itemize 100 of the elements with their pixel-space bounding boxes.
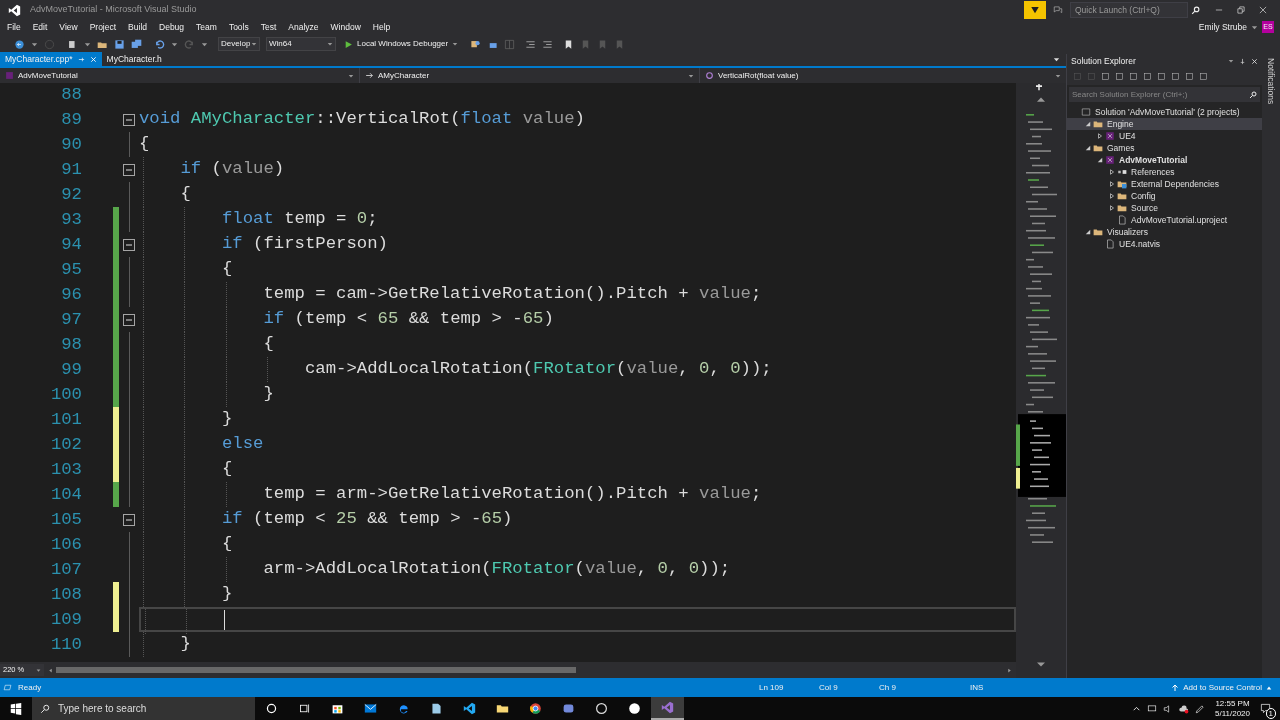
app-logo-icon <box>8 3 21 17</box>
collapse-icon[interactable] <box>123 113 135 126</box>
browser-icon[interactable] <box>529 702 542 715</box>
collapsed-arrow-icon[interactable] <box>1097 133 1103 139</box>
menu-item[interactable]: Analyze <box>288 20 319 34</box>
code-editor-icon[interactable] <box>463 702 476 715</box>
chat-app-icon[interactable] <box>562 702 575 715</box>
clock[interactable]: 12:55 PM 5/11/2020 <box>1215 698 1250 719</box>
scroll-right-icon[interactable] <box>1007 667 1012 673</box>
save-all-icon[interactable] <box>131 38 142 50</box>
start-debugging-button[interactable]: Local Windows Debugger <box>342 37 461 51</box>
char-indicator: Ch 9 <box>879 681 897 694</box>
file-icon <box>1117 215 1127 225</box>
search-icon[interactable] <box>1249 90 1257 99</box>
document-app-icon[interactable] <box>430 702 443 715</box>
code-line: temp = cam->GetRelativeRotation().Pitch + value; <box>262 283 762 305</box>
tree-item[interactable]: AdvMoveTutorial.uproject <box>1067 214 1262 226</box>
menu-item[interactable]: Window <box>330 20 361 34</box>
restore-icon[interactable] <box>1236 5 1246 15</box>
collapsed-arrow-icon[interactable] <box>1109 193 1115 199</box>
collapsed-arrow-icon[interactable] <box>1109 181 1115 187</box>
ide-app-icon[interactable] <box>661 701 674 714</box>
menu-item[interactable]: Project <box>89 20 117 34</box>
tree-item[interactable]: UE4.natvis <box>1067 238 1262 250</box>
account-name[interactable]: Emily Strube <box>1198 20 1247 34</box>
caret-icon <box>688 72 694 79</box>
menu-item[interactable]: Debug <box>159 20 185 34</box>
member-dropdown[interactable]: VerticalRot(float value) <box>700 68 1066 83</box>
tab-list-caret-icon[interactable] <box>1053 56 1060 63</box>
windows-logo-icon[interactable] <box>10 702 22 715</box>
tree-item[interactable]: External Dependencies <box>1067 178 1262 190</box>
code-line: { <box>262 333 274 355</box>
browser-icon[interactable] <box>397 702 410 715</box>
platform-dropdown[interactable]: Win64 <box>266 37 336 51</box>
tree-item[interactable]: Games <box>1067 142 1262 154</box>
tree-item[interactable]: UE4 <box>1067 130 1262 142</box>
menu-item[interactable]: Build <box>128 20 147 34</box>
tree-item[interactable]: AdvMoveTutorial <box>1067 154 1262 166</box>
collapse-icon[interactable] <box>123 238 135 251</box>
code-minimap[interactable] <box>1016 83 1066 678</box>
tree-item-label: AdvMoveTutorial.uproject <box>1131 213 1228 227</box>
outdent-icon[interactable] <box>525 38 537 50</box>
expanded-arrow-icon[interactable] <box>1097 157 1103 163</box>
line-number: 99 <box>60 358 82 381</box>
search-icon[interactable] <box>1191 5 1200 15</box>
expanded-arrow-icon[interactable] <box>1085 145 1091 151</box>
chevron-up-icon[interactable] <box>1132 704 1141 713</box>
tree-item[interactable]: Visualizers <box>1067 226 1262 238</box>
menu-item[interactable]: Edit <box>32 20 48 34</box>
store-icon[interactable] <box>331 702 344 715</box>
code-line: } <box>220 583 233 605</box>
expanded-arrow-icon[interactable] <box>1085 121 1091 127</box>
quick-launch-field[interactable]: Quick Launch (Ctrl+Q) <box>1070 2 1188 18</box>
indent-icon[interactable] <box>542 38 554 50</box>
menu-item[interactable]: Test <box>260 20 277 34</box>
collapse-icon[interactable] <box>123 513 135 526</box>
line-number: 98 <box>60 333 82 356</box>
source-control-button[interactable]: Add to Source Control <box>1171 681 1272 694</box>
tree-item-label: Visualizers <box>1107 225 1148 239</box>
collapse-icon[interactable] <box>123 163 135 176</box>
collapsed-arrow-icon[interactable] <box>1109 205 1115 211</box>
close-icon[interactable] <box>1258 5 1268 15</box>
feedback-button[interactable] <box>1024 1 1046 19</box>
pen-icon[interactable] <box>1195 703 1205 714</box>
search-icon <box>40 703 50 714</box>
tree-item[interactable]: Config <box>1067 190 1262 202</box>
folder-icon[interactable] <box>496 702 509 715</box>
configuration-dropdown[interactable]: Develop <box>218 37 260 51</box>
tree-item[interactable]: Solution 'AdvMoveTutorial' (2 projects) <box>1067 106 1262 118</box>
tree-item[interactable]: Engine <box>1067 118 1262 130</box>
scroll-left-icon[interactable] <box>48 667 53 673</box>
undo-icon[interactable] <box>154 38 165 50</box>
caret-icon <box>201 40 208 48</box>
feedback-icon[interactable] <box>1053 5 1063 15</box>
expanded-arrow-icon[interactable] <box>1085 229 1091 235</box>
save-icon[interactable] <box>114 38 125 50</box>
notification-center-icon[interactable] <box>1259 703 1271 714</box>
line-number: 93 <box>60 208 82 231</box>
cloud-icon[interactable] <box>1179 703 1189 714</box>
document-tab[interactable]: MyCharacter.h <box>101 52 167 66</box>
collapsed-arrow-icon[interactable] <box>1109 169 1115 175</box>
menu-item[interactable]: Tools <box>228 20 249 34</box>
code-line: } <box>262 383 274 405</box>
tree-item[interactable]: References <box>1067 166 1262 178</box>
menu-item[interactable]: File <box>7 20 21 34</box>
mail-icon[interactable] <box>364 702 377 715</box>
tree-item[interactable]: Source <box>1067 202 1262 214</box>
network-icon[interactable] <box>1147 703 1157 714</box>
close-icon[interactable] <box>1251 57 1258 65</box>
line-number: 100 <box>49 383 82 406</box>
new-item-icon[interactable] <box>67 38 78 50</box>
pin-icon[interactable] <box>1239 57 1246 65</box>
task-view-icon[interactable] <box>298 702 311 715</box>
collapse-icon[interactable] <box>123 313 135 326</box>
notifications-tab[interactable]: Notifications <box>1264 58 1278 105</box>
caret-icon <box>36 667 41 673</box>
code-line: if (firstPerson) <box>220 233 388 255</box>
menu-item[interactable]: View <box>59 20 78 34</box>
menu-item[interactable]: Help <box>372 20 391 34</box>
menu-item[interactable]: Team <box>196 20 217 34</box>
